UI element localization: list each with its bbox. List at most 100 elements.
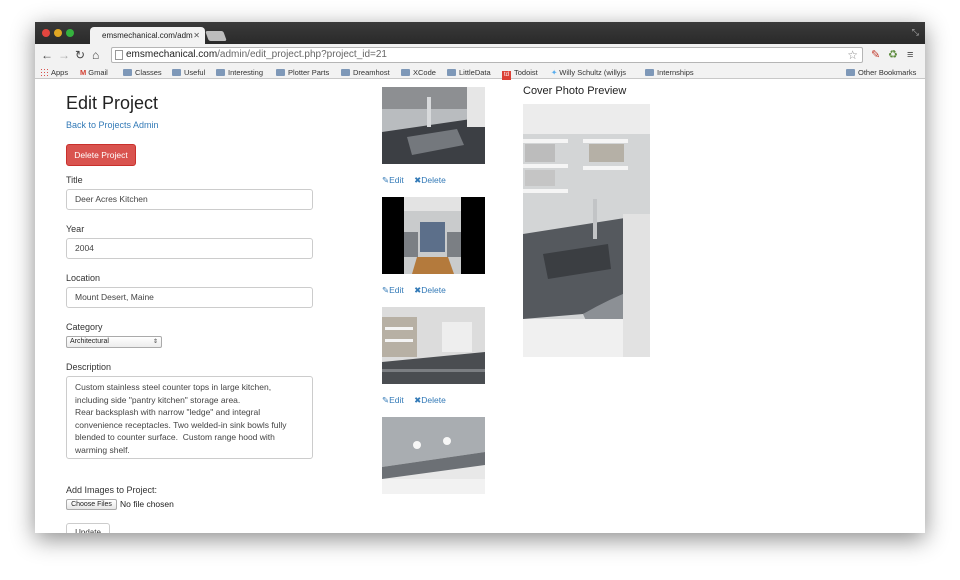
edit-image-link[interactable]: ✎Edit [382,175,408,185]
bookmark-xcode[interactable]: XCode [401,68,436,78]
range-hood-photo [382,417,485,494]
folder-icon [172,69,181,76]
select-arrows-icon: ⇕ [152,339,158,345]
folder-icon [216,69,225,76]
delete-image-link[interactable]: ✖Delete [414,285,450,295]
recycle-extension-icon[interactable]: ♻ [888,47,898,63]
cover-kitchen-photo [523,104,650,357]
edit-image-link[interactable]: ✎Edit [382,395,408,405]
bookmark-interesting[interactable]: Interesting [216,68,263,78]
home-icon[interactable]: ⌂ [92,47,99,63]
bookmark-classes[interactable]: Classes [123,68,162,78]
bookmark-label: Internships [657,68,694,77]
window-resize-icon: ⤡ [911,27,919,37]
folder-icon [123,69,132,76]
kitchen-sink-photo [382,87,485,164]
folder-icon [341,69,350,76]
apps-grid-icon [40,68,48,76]
bookmark-label: Classes [135,68,162,77]
bookmark-label: Apps [51,68,69,77]
description-textarea[interactable]: Custom stainless steel counter tops in l… [66,376,313,459]
no-file-chosen-text: No file chosen [120,499,174,509]
project-image-thumbnail [382,417,485,494]
extension-icon[interactable]: ✎ [871,47,880,63]
bookmark-apps[interactable]: Apps [40,68,68,78]
bookmark-gmail[interactable]: M Gmail [80,68,108,78]
delete-image-link[interactable]: ✖Delete [414,175,450,185]
delete-project-button[interactable]: Delete Project [66,144,136,166]
image-actions: ✎Edit ✖Delete [382,175,454,186]
back-to-projects-link[interactable]: Back to Projects Admin [66,120,159,130]
title-input[interactable]: Deer Acres Kitchen [66,189,313,210]
forward-arrow-icon[interactable]: → [58,47,70,63]
twitter-bird-icon: ✦ [551,68,558,77]
bookmark-useful[interactable]: Useful [172,68,205,78]
delete-label: Delete [421,285,446,295]
bookmark-label: XCode [413,68,436,77]
pantry-kitchen-photo [382,197,485,274]
back-arrow-icon[interactable]: ← [41,47,53,63]
bookmark-plotter-parts[interactable]: Plotter Parts [276,68,329,78]
bookmark-littledata[interactable]: LittleData [447,68,491,78]
update-button[interactable]: Update [66,523,110,533]
bookmark-label: Plotter Parts [288,68,330,77]
browser-toolbar: ← → ↻ ⌂ emsmechanical.com/admin/edit_pro… [35,44,925,66]
delete-label: Delete [421,395,446,405]
bookmark-twitter[interactable]: ✦ Willy Schultz (willyjs [551,68,626,78]
category-select[interactable]: Architectural ⇕ [66,336,162,348]
close-window-button[interactable] [42,29,50,37]
image-actions: ✎Edit ✖Delete [382,285,454,296]
project-image-thumbnail [382,307,485,384]
new-tab-button[interactable] [205,31,227,41]
minimize-window-button[interactable] [54,29,62,37]
todoist-icon: td [502,71,511,80]
edit-image-link[interactable]: ✎Edit [382,285,408,295]
bookmark-dreamhost[interactable]: Dreamhost [341,68,390,78]
location-label: Location [66,273,101,283]
bookmark-label: Interesting [228,68,264,77]
year-label: Year [66,224,85,234]
edit-label: Edit [389,395,404,405]
folder-icon [401,69,410,76]
project-image-thumbnail [382,197,485,274]
folder-icon [447,69,456,76]
edit-label: Edit [389,175,404,185]
browser-tab[interactable]: emsmechanical.com/adm ✕ [90,27,205,44]
cover-photo-preview [523,104,650,357]
bookmark-todoist[interactable]: td Todoist [502,68,538,80]
page-icon [115,50,123,60]
bookmark-label: LittleData [459,68,491,77]
reload-icon[interactable]: ↻ [75,47,85,63]
folder-icon [276,69,285,76]
bookmark-label: Todoist [514,68,538,77]
zoom-window-button[interactable] [66,29,74,37]
delete-image-link[interactable]: ✖Delete [414,395,450,405]
page-title: Edit Project [66,93,159,113]
project-image-thumbnail [382,87,485,164]
category-label: Category [66,322,103,332]
address-bar[interactable]: emsmechanical.com/admin/edit_project.php… [111,47,863,63]
title-label: Title [66,175,83,185]
bookmark-other[interactable]: Other Bookmarks [846,68,916,78]
browser-window: emsmechanical.com/adm ✕ ⤡ ← → ↻ ⌂ emsmec… [35,22,925,533]
page-content: Edit Project Back to Projects Admin Dele… [35,80,925,533]
tab-strip: emsmechanical.com/adm ✕ ⤡ [35,22,925,44]
bookmark-internships[interactable]: Internships [645,68,694,78]
tab-title: emsmechanical.com/adm [102,31,193,40]
category-selected-value: Architectural [70,338,109,345]
url-host: emsmechanical.com [126,49,218,60]
url-path: /admin/edit_project.php?project_id=21 [217,49,387,60]
bookmark-label: Other Bookmarks [858,68,917,77]
folder-icon [645,69,654,76]
location-input[interactable]: Mount Desert, Maine [66,287,313,308]
kitchen-overview-photo [382,307,485,384]
edit-label: Edit [389,285,404,295]
year-input[interactable]: 2004 [66,238,313,259]
delete-label: Delete [421,175,446,185]
tab-close-icon[interactable]: ✕ [193,27,200,44]
choose-files-button[interactable]: Choose Files [66,499,117,510]
menu-icon[interactable]: ≡ [907,47,913,63]
bookmark-star-icon[interactable]: ☆ [847,48,858,62]
bookmark-label: Willy Schultz (willyjs [559,68,626,77]
gmail-icon: M [80,68,87,77]
